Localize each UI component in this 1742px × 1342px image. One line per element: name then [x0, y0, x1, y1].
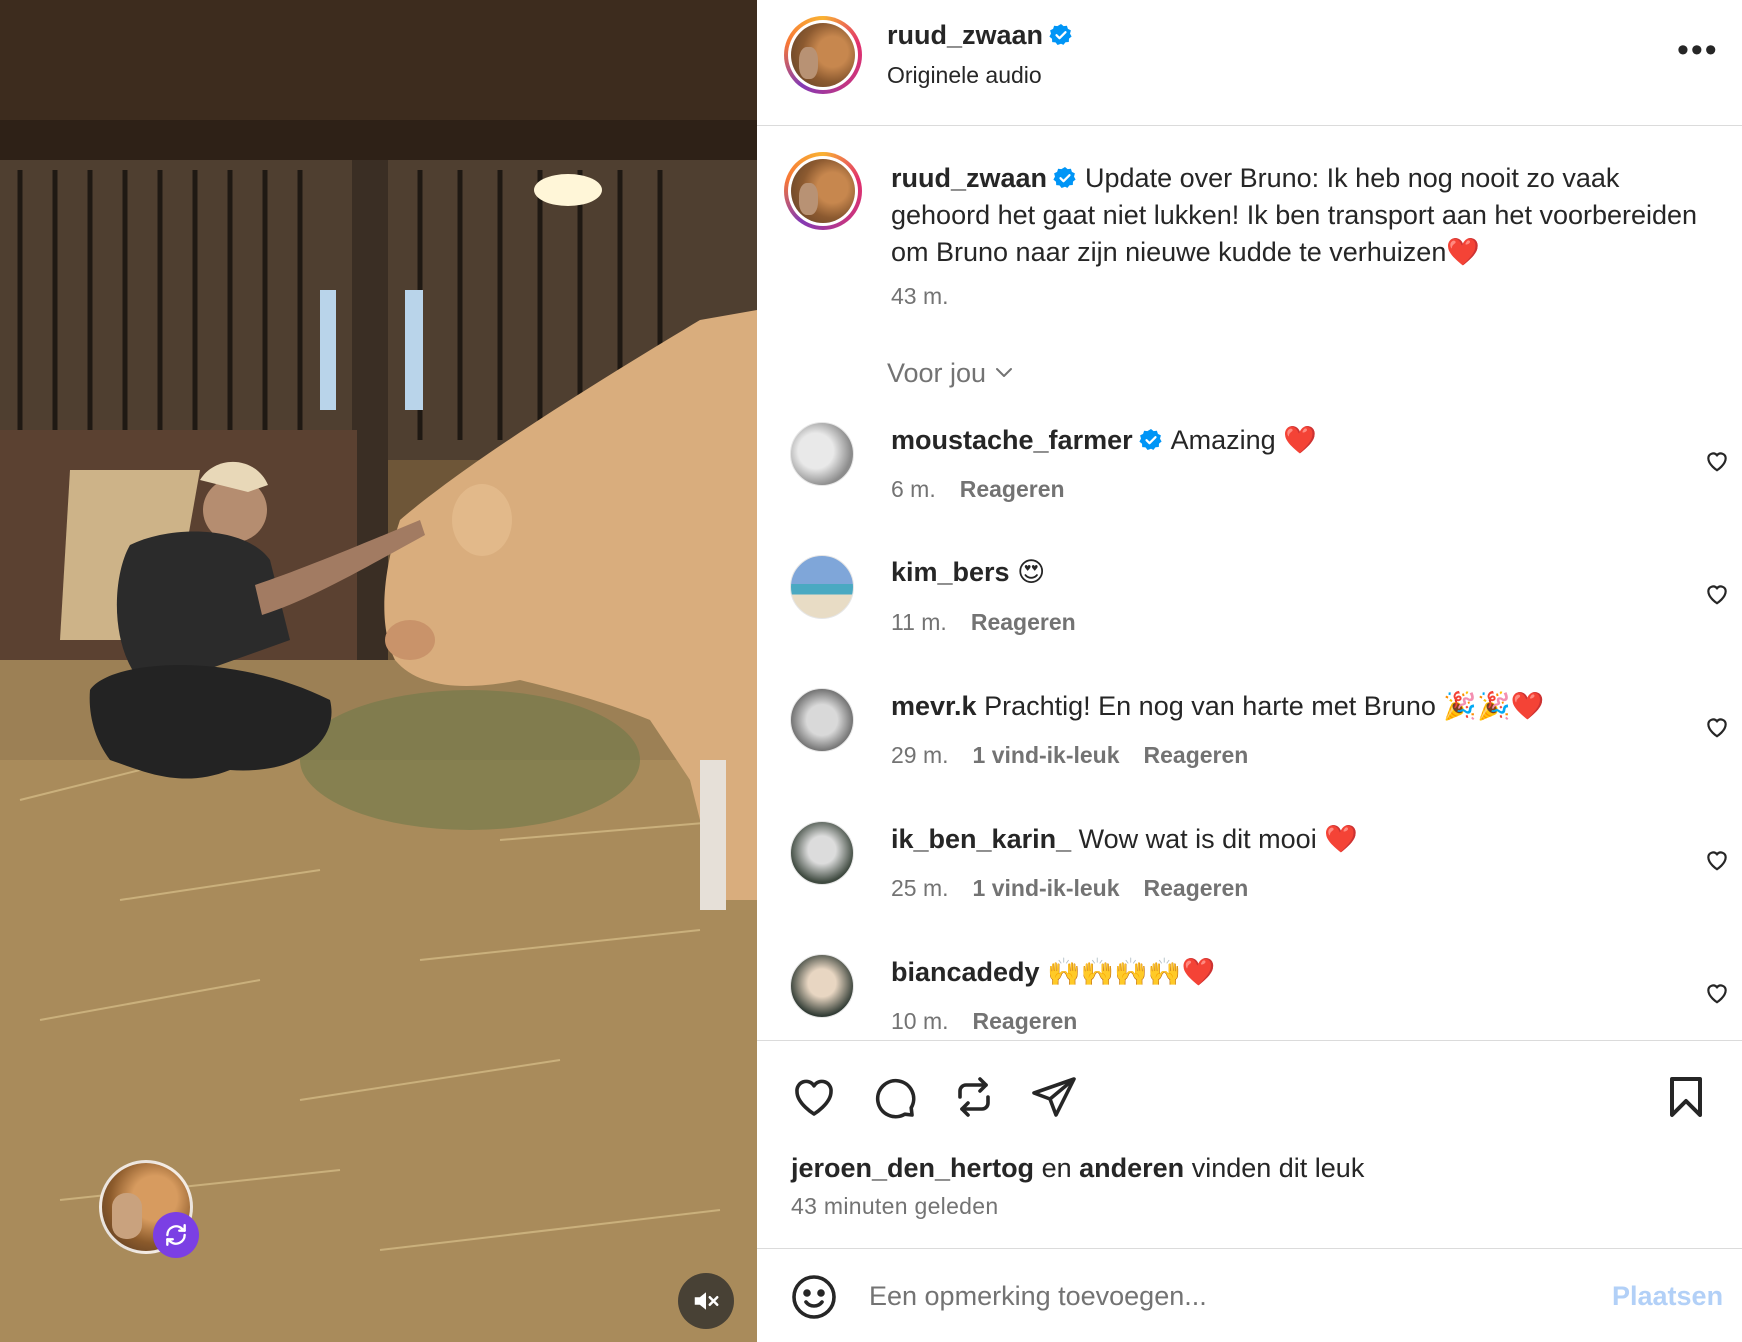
comment-like-count[interactable]: 1 vind-ik-leuk — [973, 742, 1120, 768]
commenter-username[interactable]: moustache_farmer — [891, 425, 1133, 455]
comment-like-count[interactable]: 1 vind-ik-leuk — [973, 875, 1120, 901]
post-action-bar: jeroen_den_hertog en anderen vinden dit … — [757, 1040, 1742, 1250]
comment-text: 😍 — [1017, 557, 1046, 587]
reply-button[interactable]: Reageren — [973, 1008, 1078, 1034]
comment-line: mevr.k Prachtig! En nog van harte met Br… — [891, 690, 1544, 722]
comment-item: kim_bers 😍 11 m. Reageren — [757, 555, 1742, 675]
likes-connector: en — [1041, 1153, 1072, 1183]
post-comment-button[interactable]: Plaatsen — [1612, 1281, 1723, 1312]
reel-video[interactable] — [0, 0, 757, 1342]
add-comment-bar: Plaatsen — [757, 1248, 1742, 1342]
likers-others-link[interactable]: anderen — [1079, 1153, 1184, 1183]
video-frame — [0, 0, 757, 1342]
comment-item: moustache_farmer Amazing ❤️ 6 m. Reageren — [757, 422, 1742, 542]
post-header: ruud_zwaan Originele audio ••• — [757, 0, 1742, 126]
commenter-avatar[interactable] — [790, 422, 854, 486]
avatar-face — [112, 1193, 142, 1239]
heart-icon[interactable] — [790, 1073, 838, 1121]
author-username-row: ruud_zwaan — [887, 20, 1073, 51]
verified-badge-icon — [1139, 429, 1162, 450]
commenter-username[interactable]: mevr.k — [891, 691, 977, 721]
liker-username[interactable]: jeroen_den_hertog — [791, 1153, 1034, 1183]
comment-line: moustache_farmer Amazing ❤️ — [891, 424, 1317, 456]
heart-icon[interactable] — [1704, 714, 1730, 740]
comment-text: Prachtig! En nog van harte met Bruno 🎉🎉❤… — [984, 691, 1545, 721]
comment-meta: 11 m. Reageren — [891, 609, 1076, 636]
comment-line: ik_ben_karin_ Wow wat is dit mooi ❤️ — [891, 823, 1358, 855]
post-side-panel: ruud_zwaan Originele audio ••• ruud_zwaa… — [757, 0, 1742, 1342]
sort-label: Voor jou — [887, 358, 987, 388]
comment-meta: 25 m. 1 vind-ik-leuk Reageren — [891, 875, 1248, 902]
repost-icon[interactable] — [950, 1073, 998, 1121]
comment-item: mevr.k Prachtig! En nog van harte met Br… — [757, 688, 1742, 808]
comment-time[interactable]: 25 m. — [891, 875, 949, 901]
heart-icon[interactable] — [1704, 448, 1730, 474]
comment-text: Wow wat is dit mooi ❤️ — [1078, 824, 1358, 854]
comment-input[interactable] — [869, 1271, 1569, 1321]
reply-button[interactable]: Reageren — [1144, 875, 1249, 901]
audio-label[interactable]: Originele audio — [887, 62, 1042, 89]
comment-time[interactable]: 11 m. — [891, 609, 947, 635]
comment-text: 🙌🙌🙌🙌❤️ — [1047, 957, 1216, 987]
more-icon[interactable]: ••• — [1677, 33, 1717, 70]
comment-icon[interactable] — [870, 1073, 918, 1121]
comment-meta: 6 m. Reageren — [891, 476, 1065, 503]
comment-line: kim_bers 😍 — [891, 557, 1045, 588]
heart-icon[interactable] — [1704, 980, 1730, 1006]
caption-text-block: ruud_zwaan Update over Bruno: Ik heb nog … — [891, 160, 1711, 271]
caption-author-avatar[interactable] — [784, 152, 862, 230]
likes-summary: jeroen_den_hertog en anderen vinden dit … — [791, 1153, 1364, 1184]
commenter-username[interactable]: kim_bers — [891, 557, 1010, 587]
reply-button[interactable]: Reageren — [1144, 742, 1249, 768]
author-avatar[interactable] — [784, 16, 862, 94]
comment-text: Amazing ❤️ — [1170, 425, 1317, 455]
commenter-username[interactable]: biancadedy — [891, 957, 1040, 987]
comment-line: biancadedy 🙌🙌🙌🙌❤️ — [891, 956, 1215, 988]
commenter-avatar[interactable] — [790, 688, 854, 752]
share-icon[interactable] — [1030, 1073, 1078, 1121]
comment-meta: 10 m. Reageren — [891, 1008, 1077, 1035]
heart-icon[interactable] — [1704, 847, 1730, 873]
commenter-username[interactable]: ik_ben_karin_ — [891, 824, 1071, 854]
commenter-avatar[interactable] — [790, 821, 854, 885]
commenter-avatar[interactable] — [790, 954, 854, 1018]
mute-icon[interactable] — [678, 1273, 734, 1329]
reply-button[interactable]: Reageren — [971, 609, 1076, 635]
bookmark-icon[interactable] — [1662, 1073, 1710, 1121]
verified-badge-icon — [1049, 24, 1072, 45]
author-username[interactable]: ruud_zwaan — [887, 20, 1043, 50]
comment-meta: 29 m. 1 vind-ik-leuk Reageren — [891, 742, 1248, 769]
caption-timestamp[interactable]: 43 m. — [891, 283, 949, 310]
comment-time[interactable]: 29 m. — [891, 742, 949, 768]
commenter-avatar[interactable] — [790, 555, 854, 619]
reply-button[interactable]: Reageren — [960, 476, 1065, 502]
post-timestamp[interactable]: 43 minuten geleden — [791, 1193, 998, 1220]
verified-badge-icon — [1053, 167, 1076, 188]
emoji-icon[interactable] — [790, 1273, 838, 1321]
comment-sort-dropdown[interactable]: Voor jou — [887, 358, 1016, 389]
comment-time[interactable]: 6 m. — [891, 476, 936, 502]
comment-time[interactable]: 10 m. — [891, 1008, 949, 1034]
caption-username[interactable]: ruud_zwaan — [891, 163, 1047, 193]
heart-icon[interactable] — [1704, 581, 1730, 607]
likes-suffix: vinden dit leuk — [1191, 1153, 1365, 1183]
remix-icon[interactable] — [153, 1212, 199, 1258]
comment-item: ik_ben_karin_ Wow wat is dit mooi ❤️ 25 … — [757, 821, 1742, 941]
chevron-down-icon — [996, 368, 1013, 377]
